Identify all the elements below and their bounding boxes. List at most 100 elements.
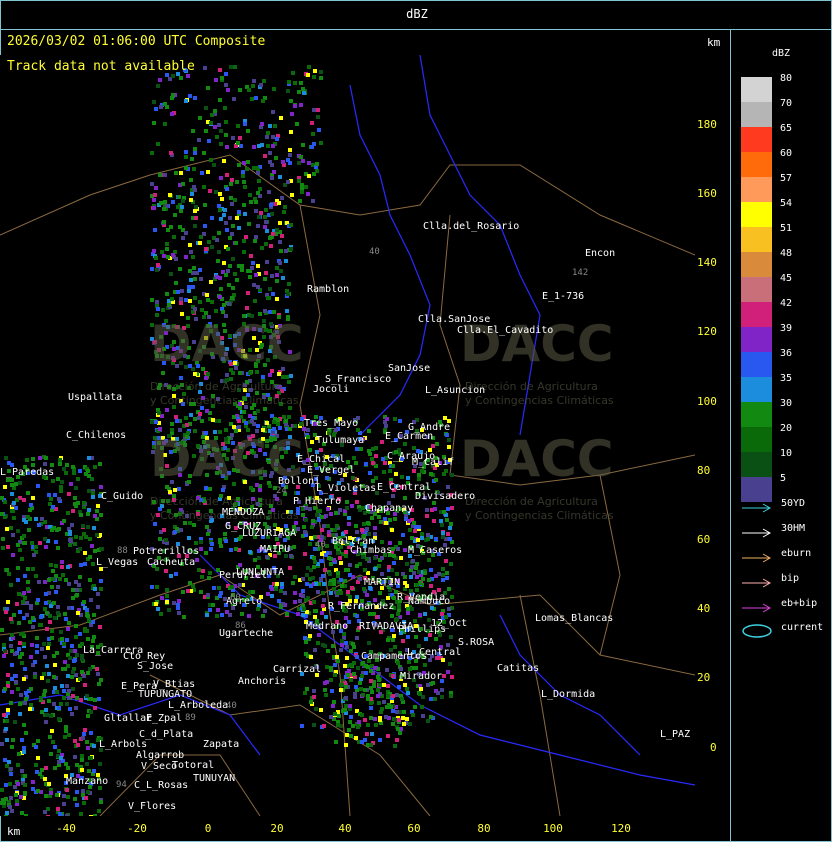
echo-cell bbox=[278, 240, 282, 244]
echo-cell bbox=[230, 296, 234, 300]
echo-cell bbox=[24, 731, 28, 735]
echo-cell bbox=[295, 122, 299, 126]
echo-cell bbox=[10, 809, 14, 813]
echo-cell bbox=[49, 497, 53, 501]
echo-cell bbox=[156, 607, 160, 611]
echo-cell bbox=[173, 530, 177, 534]
echo-cell bbox=[52, 675, 56, 679]
echo-cell bbox=[199, 540, 203, 544]
echo-cell bbox=[441, 573, 445, 577]
echo-cell bbox=[167, 303, 171, 307]
echo-cell bbox=[316, 590, 320, 594]
echo-cell bbox=[212, 586, 216, 590]
echo-cell bbox=[42, 642, 46, 646]
echo-cell bbox=[412, 446, 416, 450]
echo-cell bbox=[21, 600, 25, 604]
echo-cell bbox=[327, 530, 331, 534]
echo-cell bbox=[394, 472, 398, 476]
echo-cell bbox=[227, 283, 231, 287]
echo-cell bbox=[332, 578, 336, 582]
echo-cell bbox=[66, 627, 70, 631]
echo-cell bbox=[312, 695, 316, 699]
echo-cell bbox=[355, 595, 359, 599]
echo-cell bbox=[83, 728, 87, 732]
echo-cell bbox=[57, 717, 61, 721]
echo-cell bbox=[68, 543, 72, 547]
echo-cell bbox=[73, 502, 77, 506]
echo-cell bbox=[286, 180, 290, 184]
echo-cell bbox=[357, 720, 361, 724]
echo-cell bbox=[86, 469, 90, 473]
echo-cell bbox=[237, 419, 241, 423]
place-label: E_1-736 bbox=[542, 291, 585, 302]
echo-cell bbox=[311, 519, 315, 523]
echo-cell bbox=[60, 637, 64, 641]
echo-cell bbox=[423, 571, 427, 575]
echo-cell bbox=[18, 712, 22, 716]
echo-cell bbox=[82, 532, 86, 536]
echo-cell bbox=[78, 547, 82, 551]
echo-cell bbox=[264, 208, 268, 212]
echo-cell bbox=[29, 606, 33, 610]
track-legend-label: 30HM bbox=[781, 523, 806, 534]
echo-cell bbox=[329, 557, 333, 561]
echo-cell bbox=[396, 612, 400, 616]
place-label: L_Vegas bbox=[96, 557, 139, 568]
echo-cell bbox=[420, 705, 424, 709]
echo-cell bbox=[397, 718, 401, 722]
echo-cell bbox=[4, 610, 8, 614]
place-label: Cacheuta bbox=[147, 557, 196, 568]
echo-cell bbox=[256, 607, 260, 611]
echo-cell bbox=[297, 179, 301, 183]
echo-cell bbox=[40, 768, 44, 772]
place-label: Encon bbox=[585, 248, 616, 259]
echo-cell bbox=[314, 582, 318, 586]
echo-cell bbox=[73, 739, 77, 743]
place-label: C_Chilenos bbox=[66, 430, 127, 441]
echo-cell bbox=[23, 574, 27, 578]
echo-cell bbox=[44, 601, 48, 605]
echo-cell bbox=[9, 701, 13, 705]
echo-cell bbox=[291, 581, 295, 585]
echo-cell bbox=[427, 558, 431, 562]
echo-cell bbox=[414, 566, 418, 570]
echo-cell bbox=[87, 489, 91, 493]
legend-swatch bbox=[741, 352, 772, 377]
echo-cell bbox=[289, 223, 293, 227]
echo-cell bbox=[62, 802, 66, 806]
echo-cell bbox=[416, 538, 420, 542]
echo-cell bbox=[18, 702, 22, 706]
echo-cell bbox=[368, 612, 372, 616]
echo-cell bbox=[232, 415, 236, 419]
echo-cell bbox=[23, 774, 27, 778]
echo-cell bbox=[214, 78, 218, 82]
echo-cell bbox=[392, 634, 396, 638]
echo-cell bbox=[426, 719, 430, 723]
echo-cell bbox=[225, 187, 229, 191]
echo-cell bbox=[173, 213, 177, 217]
echo-cell bbox=[44, 456, 48, 460]
echo-cell bbox=[344, 568, 348, 572]
echo-cell bbox=[237, 264, 241, 268]
echo-cell bbox=[224, 133, 228, 137]
legend-swatch bbox=[741, 227, 772, 252]
echo-cell bbox=[193, 209, 197, 213]
echo-cell bbox=[154, 256, 158, 260]
echo-cell bbox=[45, 664, 49, 668]
echo-cell bbox=[96, 592, 100, 596]
echo-cell bbox=[93, 587, 97, 591]
track-status-label: Track data not available bbox=[7, 59, 195, 74]
echo-cell bbox=[301, 589, 305, 593]
echo-cell bbox=[268, 287, 272, 291]
echo-cell bbox=[384, 521, 388, 525]
echo-cell bbox=[423, 612, 427, 616]
radar-map[interactable]: DACC Dirección de Agricultura y Continge… bbox=[0, 55, 695, 816]
echo-cell bbox=[401, 533, 405, 537]
echo-cell bbox=[19, 632, 23, 636]
echo-cell bbox=[286, 89, 290, 93]
echo-cell bbox=[97, 809, 101, 813]
echo-cell bbox=[313, 615, 317, 619]
echo-cell bbox=[13, 720, 17, 724]
echo-cell bbox=[300, 724, 304, 728]
echo-cell bbox=[189, 278, 193, 282]
